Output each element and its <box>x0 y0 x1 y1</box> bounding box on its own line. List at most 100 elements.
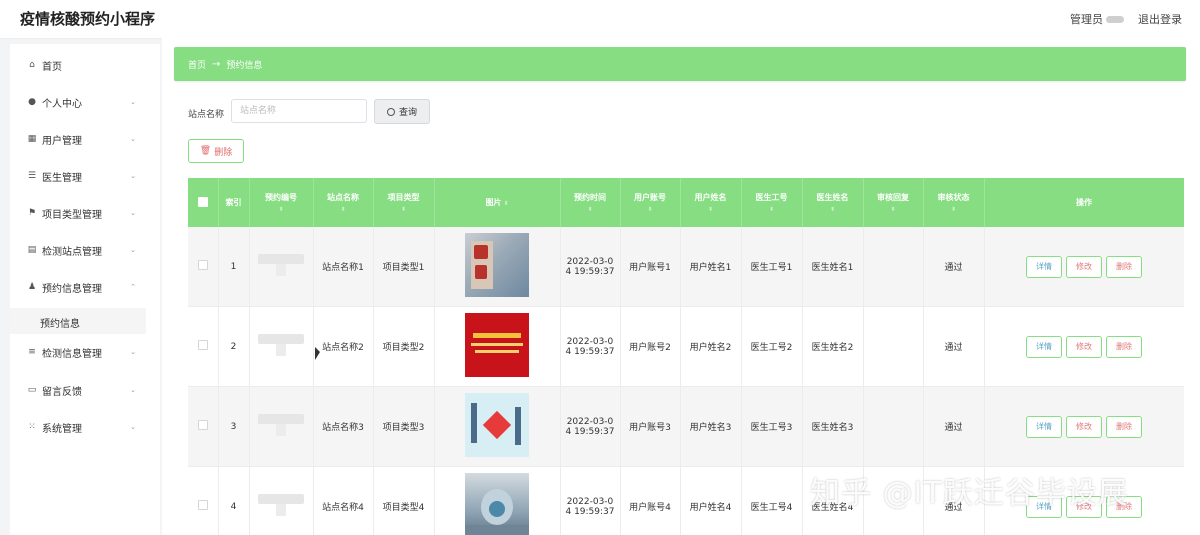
column-header: 操作 <box>984 178 1184 227</box>
cell-index: 3 <box>218 386 250 467</box>
cell-index: 2 <box>218 306 250 387</box>
row-checkbox[interactable] <box>197 500 208 510</box>
home-icon: ⌂ <box>29 60 35 70</box>
flag-icon: ⚑ <box>27 208 37 218</box>
building-icon: ▤ <box>27 245 37 255</box>
table-row: 3 站点名称3 项目类型3 2022-03-0 4 19:59:37 用户账号3 … <box>188 386 1184 467</box>
sort-icon: ⬍ <box>890 206 896 213</box>
row-image[interactable] <box>465 313 529 377</box>
chevron-down-icon: ⌄ <box>130 135 136 143</box>
sidebar-item-personal-center[interactable]: ● 个人中心 ⌄ <box>10 87 160 117</box>
select-all-cell <box>188 178 219 227</box>
row-checkbox[interactable] <box>197 260 208 270</box>
cell-time: 2022-03-0 4 19:59:37 <box>560 466 621 535</box>
cell-time: 2022-03-0 4 19:59:37 <box>560 386 621 467</box>
batch-delete-label: 删除 <box>214 147 233 158</box>
search-icon <box>386 107 395 116</box>
sidebar-item-label: 项目类型管理 <box>42 209 102 221</box>
cell-actions: 详情 修改 删除 <box>984 386 1184 467</box>
row-image[interactable] <box>465 393 529 457</box>
sidebar-item-feedback[interactable]: ▭ 留言反馈 ⌄ <box>10 375 160 405</box>
column-header[interactable]: 医生姓名 ⬍ <box>802 178 864 227</box>
delete-button[interactable]: 删除 <box>1106 335 1142 358</box>
sidebar-item-appointment-management[interactable]: ♟ 预约信息管理 ⌃ <box>10 272 160 302</box>
breadcrumb-home[interactable]: 首页 <box>188 58 206 71</box>
sidebar-item-label: 检测站点管理 <box>42 246 102 258</box>
user-group-icon: ♟ <box>27 282 37 292</box>
table-row: 1 站点名称1 项目类型1 2022-03-0 4 19:59:37 用户账号1 … <box>188 227 1184 307</box>
edit-button[interactable]: 修改 <box>1066 335 1102 358</box>
sidebar-subitem-label: 预约信息 <box>40 319 80 330</box>
trash-icon: 🗑 <box>199 146 212 156</box>
detail-button[interactable]: 详情 <box>1026 255 1062 278</box>
breadcrumb: 首页 → 预约信息 <box>174 47 1186 81</box>
column-header[interactable]: 项目类型 ⬍ <box>373 178 435 227</box>
column-header: 索引 <box>218 178 250 227</box>
cell-reply <box>863 227 924 307</box>
sort-icon: ⬍ <box>768 206 775 213</box>
detail-button[interactable]: 详情 <box>1026 415 1062 438</box>
sidebar-item-site-management[interactable]: ▤ 检测站点管理 ⌄ <box>10 235 160 265</box>
sort-icon: ⬍ <box>829 206 836 213</box>
edit-button[interactable]: 修改 <box>1066 415 1102 438</box>
row-image[interactable] <box>465 473 529 535</box>
search-button[interactable]: 查询 <box>374 99 430 124</box>
edit-button[interactable]: 修改 <box>1066 255 1102 278</box>
cell-status: 通过 <box>923 227 985 307</box>
cell-reply <box>863 386 924 467</box>
search-input[interactable] <box>231 99 367 123</box>
cell-image <box>434 386 561 467</box>
sidebar-item-test-info-management[interactable]: ≡ 检测信息管理 ⌄ <box>10 337 160 367</box>
cell-index: 1 <box>218 227 250 307</box>
cell-doctor-name: 医生姓名2 <box>802 306 864 387</box>
column-header[interactable]: 预约时间 ⬍ <box>560 178 621 227</box>
cell-account: 用户账号4 <box>620 466 681 535</box>
batch-delete-button[interactable]: 🗑 删除 <box>188 139 244 163</box>
column-header[interactable]: 站点名称 ⬍ <box>313 178 374 227</box>
appointment-no-image <box>258 332 304 358</box>
sort-icon: ⬍ <box>950 206 957 213</box>
sidebar-item-user-management[interactable]: ▦ 用户管理 ⌄ <box>10 124 160 154</box>
chevron-down-icon: ⌄ <box>130 172 136 180</box>
sort-icon: ⬍ <box>340 206 346 213</box>
sidebar-item-system-management[interactable]: ⁙ 系统管理 ⌄ <box>10 412 160 442</box>
cell-status: 通过 <box>923 306 985 387</box>
delete-button[interactable]: 删除 <box>1106 415 1142 438</box>
table-header-row: 索引 预约编号 ⬍ 站点名称 ⬍ 项目类型 ⬍ 图片 ⬍ 预约时间 ⬍ 用户账号 ⬍ 用户… <box>188 178 1184 227</box>
logout-link[interactable]: 退出登录 <box>1138 11 1182 27</box>
column-header[interactable]: 医生工号 ⬍ <box>741 178 803 227</box>
cell-reply <box>863 306 924 387</box>
cell-site: 站点名称1 <box>313 227 374 307</box>
row-checkbox[interactable] <box>197 340 208 350</box>
cell-account: 用户账号1 <box>620 227 681 307</box>
cell-username: 用户姓名4 <box>680 466 742 535</box>
appointment-no-image <box>258 252 304 278</box>
sidebar-item-label: 医生管理 <box>42 172 82 184</box>
column-header[interactable]: 审核状态 ⬍ <box>923 178 985 227</box>
cell-doctor-name: 医生姓名3 <box>802 386 864 467</box>
sidebar-subitem-appointment-info[interactable]: 预约信息 <box>10 308 146 334</box>
sidebar-item-home[interactable]: ⌂ 首页 <box>10 50 160 80</box>
row-image[interactable] <box>465 233 529 297</box>
sidebar-item-project-type-management[interactable]: ⚑ 项目类型管理 ⌄ <box>10 198 160 228</box>
column-header[interactable]: 审核回复 ⬍ <box>863 178 924 227</box>
cell-type: 项目类型2 <box>373 306 435 387</box>
cell-doctor-id: 医生工号3 <box>741 386 803 467</box>
chevron-down-icon: ⌄ <box>130 386 136 394</box>
sidebar-item-doctor-management[interactable]: ☰ 医生管理 ⌄ <box>10 161 160 191</box>
delete-button[interactable]: 删除 <box>1106 255 1142 278</box>
column-header[interactable]: 用户账号 ⬍ <box>620 178 681 227</box>
avatar[interactable] <box>1106 15 1124 23</box>
cell-type: 项目类型3 <box>373 386 435 467</box>
sort-icon: ⬍ <box>278 206 284 213</box>
column-header[interactable]: 用户姓名 ⬍ <box>680 178 742 227</box>
detail-button[interactable]: 详情 <box>1026 335 1062 358</box>
user-role: 管理员 <box>1070 13 1103 26</box>
cell-appointment-no <box>249 466 314 535</box>
row-checkbox[interactable] <box>197 420 208 430</box>
column-header[interactable]: 预约编号 ⬍ <box>249 178 314 227</box>
cell-image <box>434 466 561 535</box>
cell-appointment-no <box>249 227 314 307</box>
select-all-checkbox[interactable] <box>197 196 208 207</box>
column-header[interactable]: 图片 ⬍ <box>434 178 561 227</box>
